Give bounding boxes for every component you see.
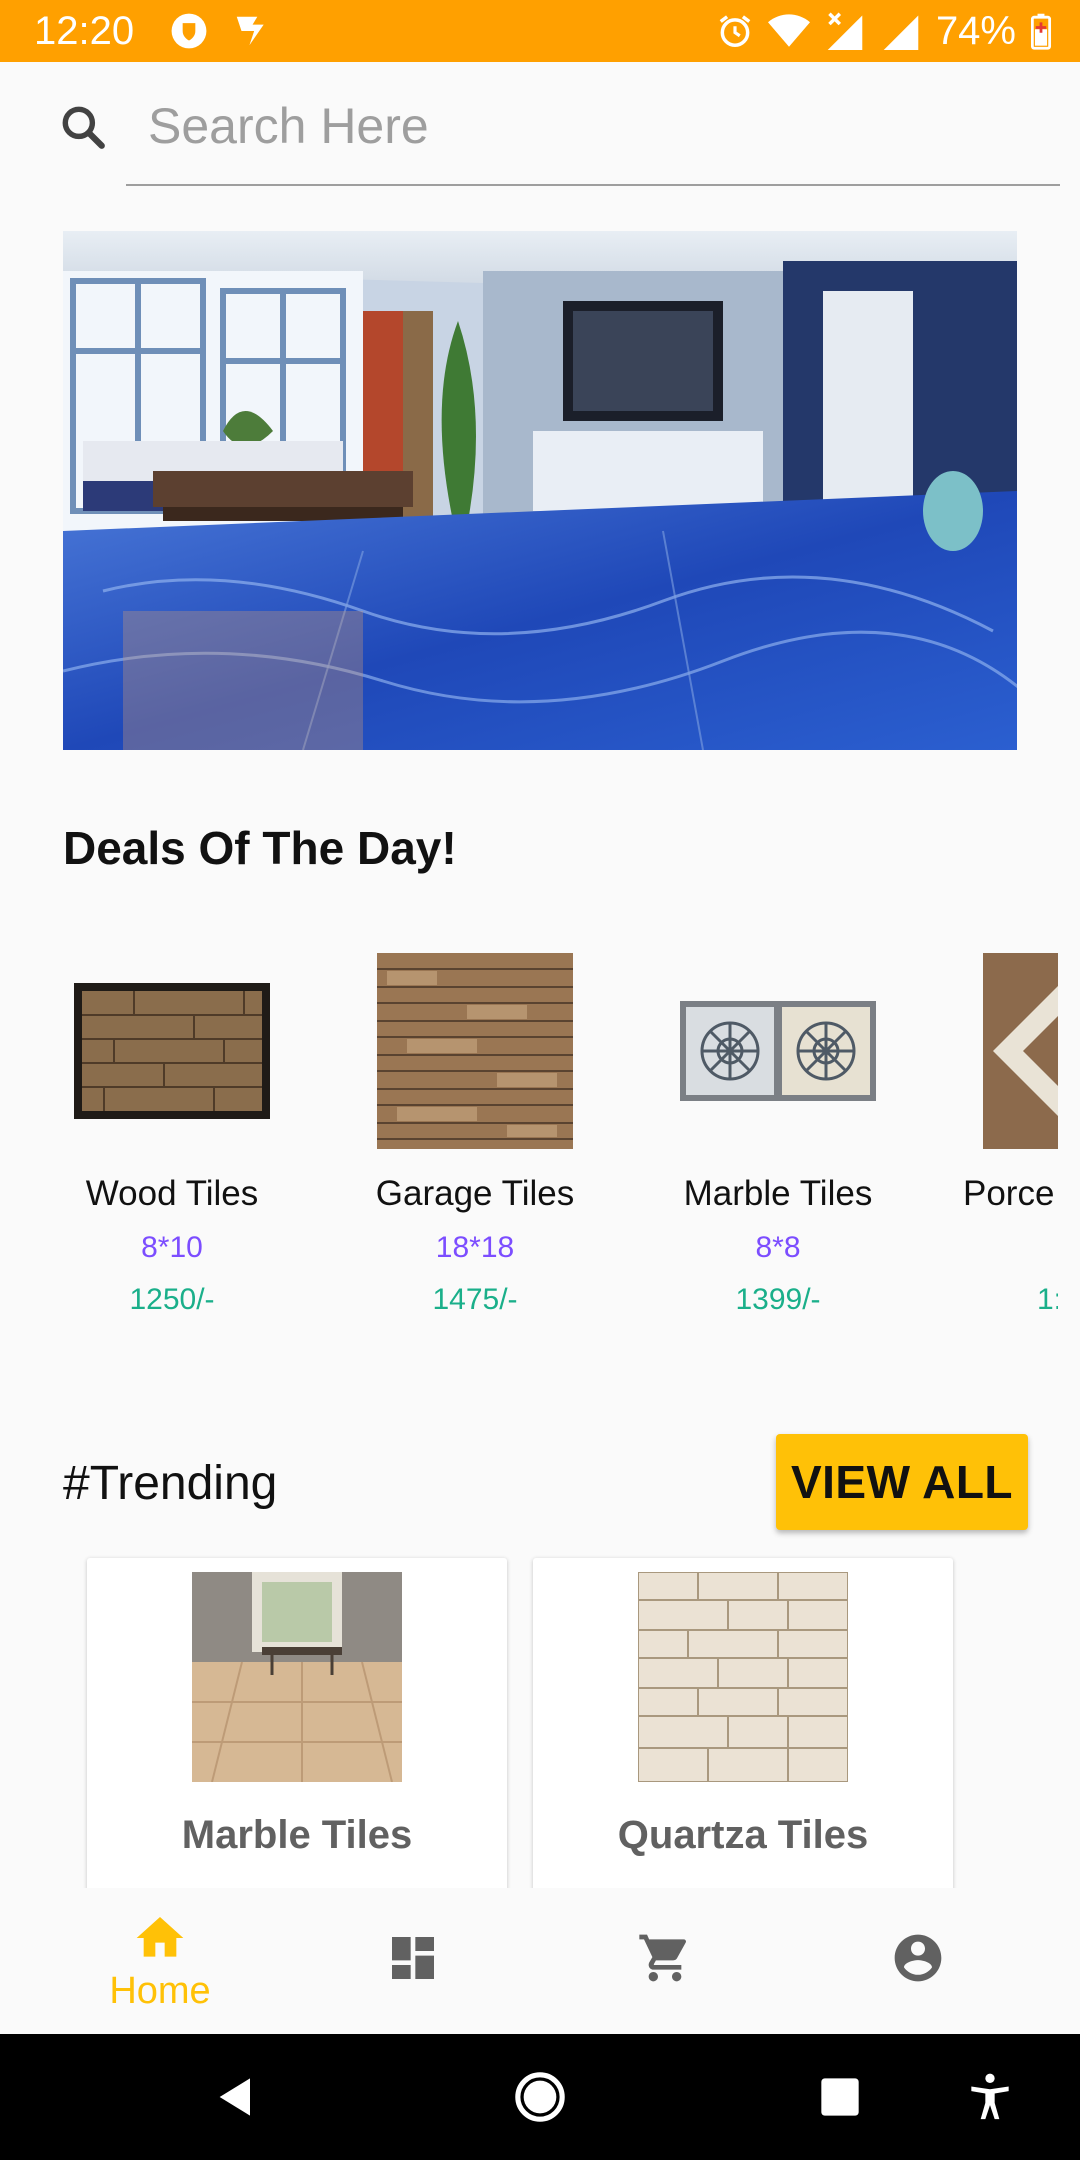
view-all-button[interactable]: VIEW ALL <box>776 1434 1028 1530</box>
search-input[interactable] <box>148 90 1048 162</box>
crest-notification-icon <box>171 13 207 49</box>
battery-percent: 74% <box>935 9 1016 53</box>
recents-icon[interactable] <box>812 2069 868 2125</box>
status-indicators: 74% <box>716 8 1052 54</box>
deal-price: 1399/- <box>735 1283 821 1316</box>
status-time: 12:20 <box>34 9 135 53</box>
nav-home[interactable]: Home <box>25 1888 295 2034</box>
deal-item[interactable]: Porce 1: <box>931 940 1058 1340</box>
accessibility-icon[interactable] <box>962 2069 1018 2125</box>
deal-price: 1475/- <box>432 1283 518 1316</box>
deal-name: Garage Tiles <box>375 1174 575 1213</box>
deals-carousel[interactable]: Wood Tiles 8*10 1250/- Garage Tiles 18*1… <box>0 940 1058 1340</box>
deal-size: 8*10 <box>141 1231 203 1264</box>
deal-thumbnail <box>377 953 573 1149</box>
status-bar: 12:20 74% <box>0 0 1080 62</box>
trending-thumbnail <box>192 1572 402 1782</box>
trending-thumbnail <box>638 1572 848 1782</box>
dashboard-icon <box>392 1937 434 1979</box>
trending-title: #Trending <box>63 1457 278 1510</box>
deal-name: Porce <box>963 1174 1055 1213</box>
search-icon[interactable] <box>58 102 108 152</box>
deal-thumbnail <box>983 953 1058 1149</box>
cell-signal-no-data-icon <box>827 12 863 50</box>
deal-name: Marble Tiles <box>683 1174 873 1213</box>
trending-label: Quartza Tiles <box>617 1813 869 1857</box>
search-bar <box>0 62 1080 232</box>
cart-icon <box>639 1934 686 1982</box>
account-icon <box>894 1934 942 1982</box>
home-circle-icon[interactable] <box>512 2069 568 2125</box>
nav-home-label: Home <box>109 1970 211 2012</box>
deal-price: 1250/- <box>129 1283 215 1316</box>
deals-title: Deals Of The Day! <box>63 822 457 874</box>
deal-price: 1: <box>1037 1283 1058 1316</box>
search-underline <box>126 184 1060 186</box>
nav-cart[interactable] <box>530 1888 800 2034</box>
trending-label: Marble Tiles <box>181 1813 413 1857</box>
banner-image[interactable] <box>63 231 1017 750</box>
deal-item[interactable]: Garage Tiles 18*18 1475/- <box>325 940 625 1340</box>
app-screen: 12:20 74% Search Here Deals Of The Day! … <box>0 0 1080 2160</box>
deal-size: 8*8 <box>755 1231 801 1264</box>
bottom-navigation: Home <box>0 1888 1080 2034</box>
trending-card[interactable]: Quartza Tiles <box>533 1558 953 1898</box>
battery-charging-icon <box>1030 13 1052 50</box>
deal-item[interactable]: Marble Tiles 8*8 1399/- <box>628 940 928 1340</box>
alarm-icon <box>719 15 751 47</box>
deal-name: Wood Tiles <box>85 1174 259 1213</box>
deal-item[interactable]: Wood Tiles 8*10 1250/- <box>22 940 322 1340</box>
deal-thumbnail <box>74 983 270 1119</box>
play-check-notification-icon <box>236 16 264 46</box>
trending-card[interactable]: Marble Tiles <box>87 1558 507 1898</box>
cell-signal-icon <box>883 15 919 50</box>
wifi-icon <box>767 14 810 47</box>
home-icon <box>136 1917 184 1957</box>
deal-size: 18*18 <box>435 1231 515 1264</box>
nav-categories[interactable] <box>278 1888 548 2034</box>
system-navigation-bar <box>0 2034 1080 2160</box>
back-icon[interactable] <box>208 2069 264 2125</box>
nav-account[interactable] <box>783 1888 1053 2034</box>
deal-thumbnail <box>680 1001 876 1101</box>
